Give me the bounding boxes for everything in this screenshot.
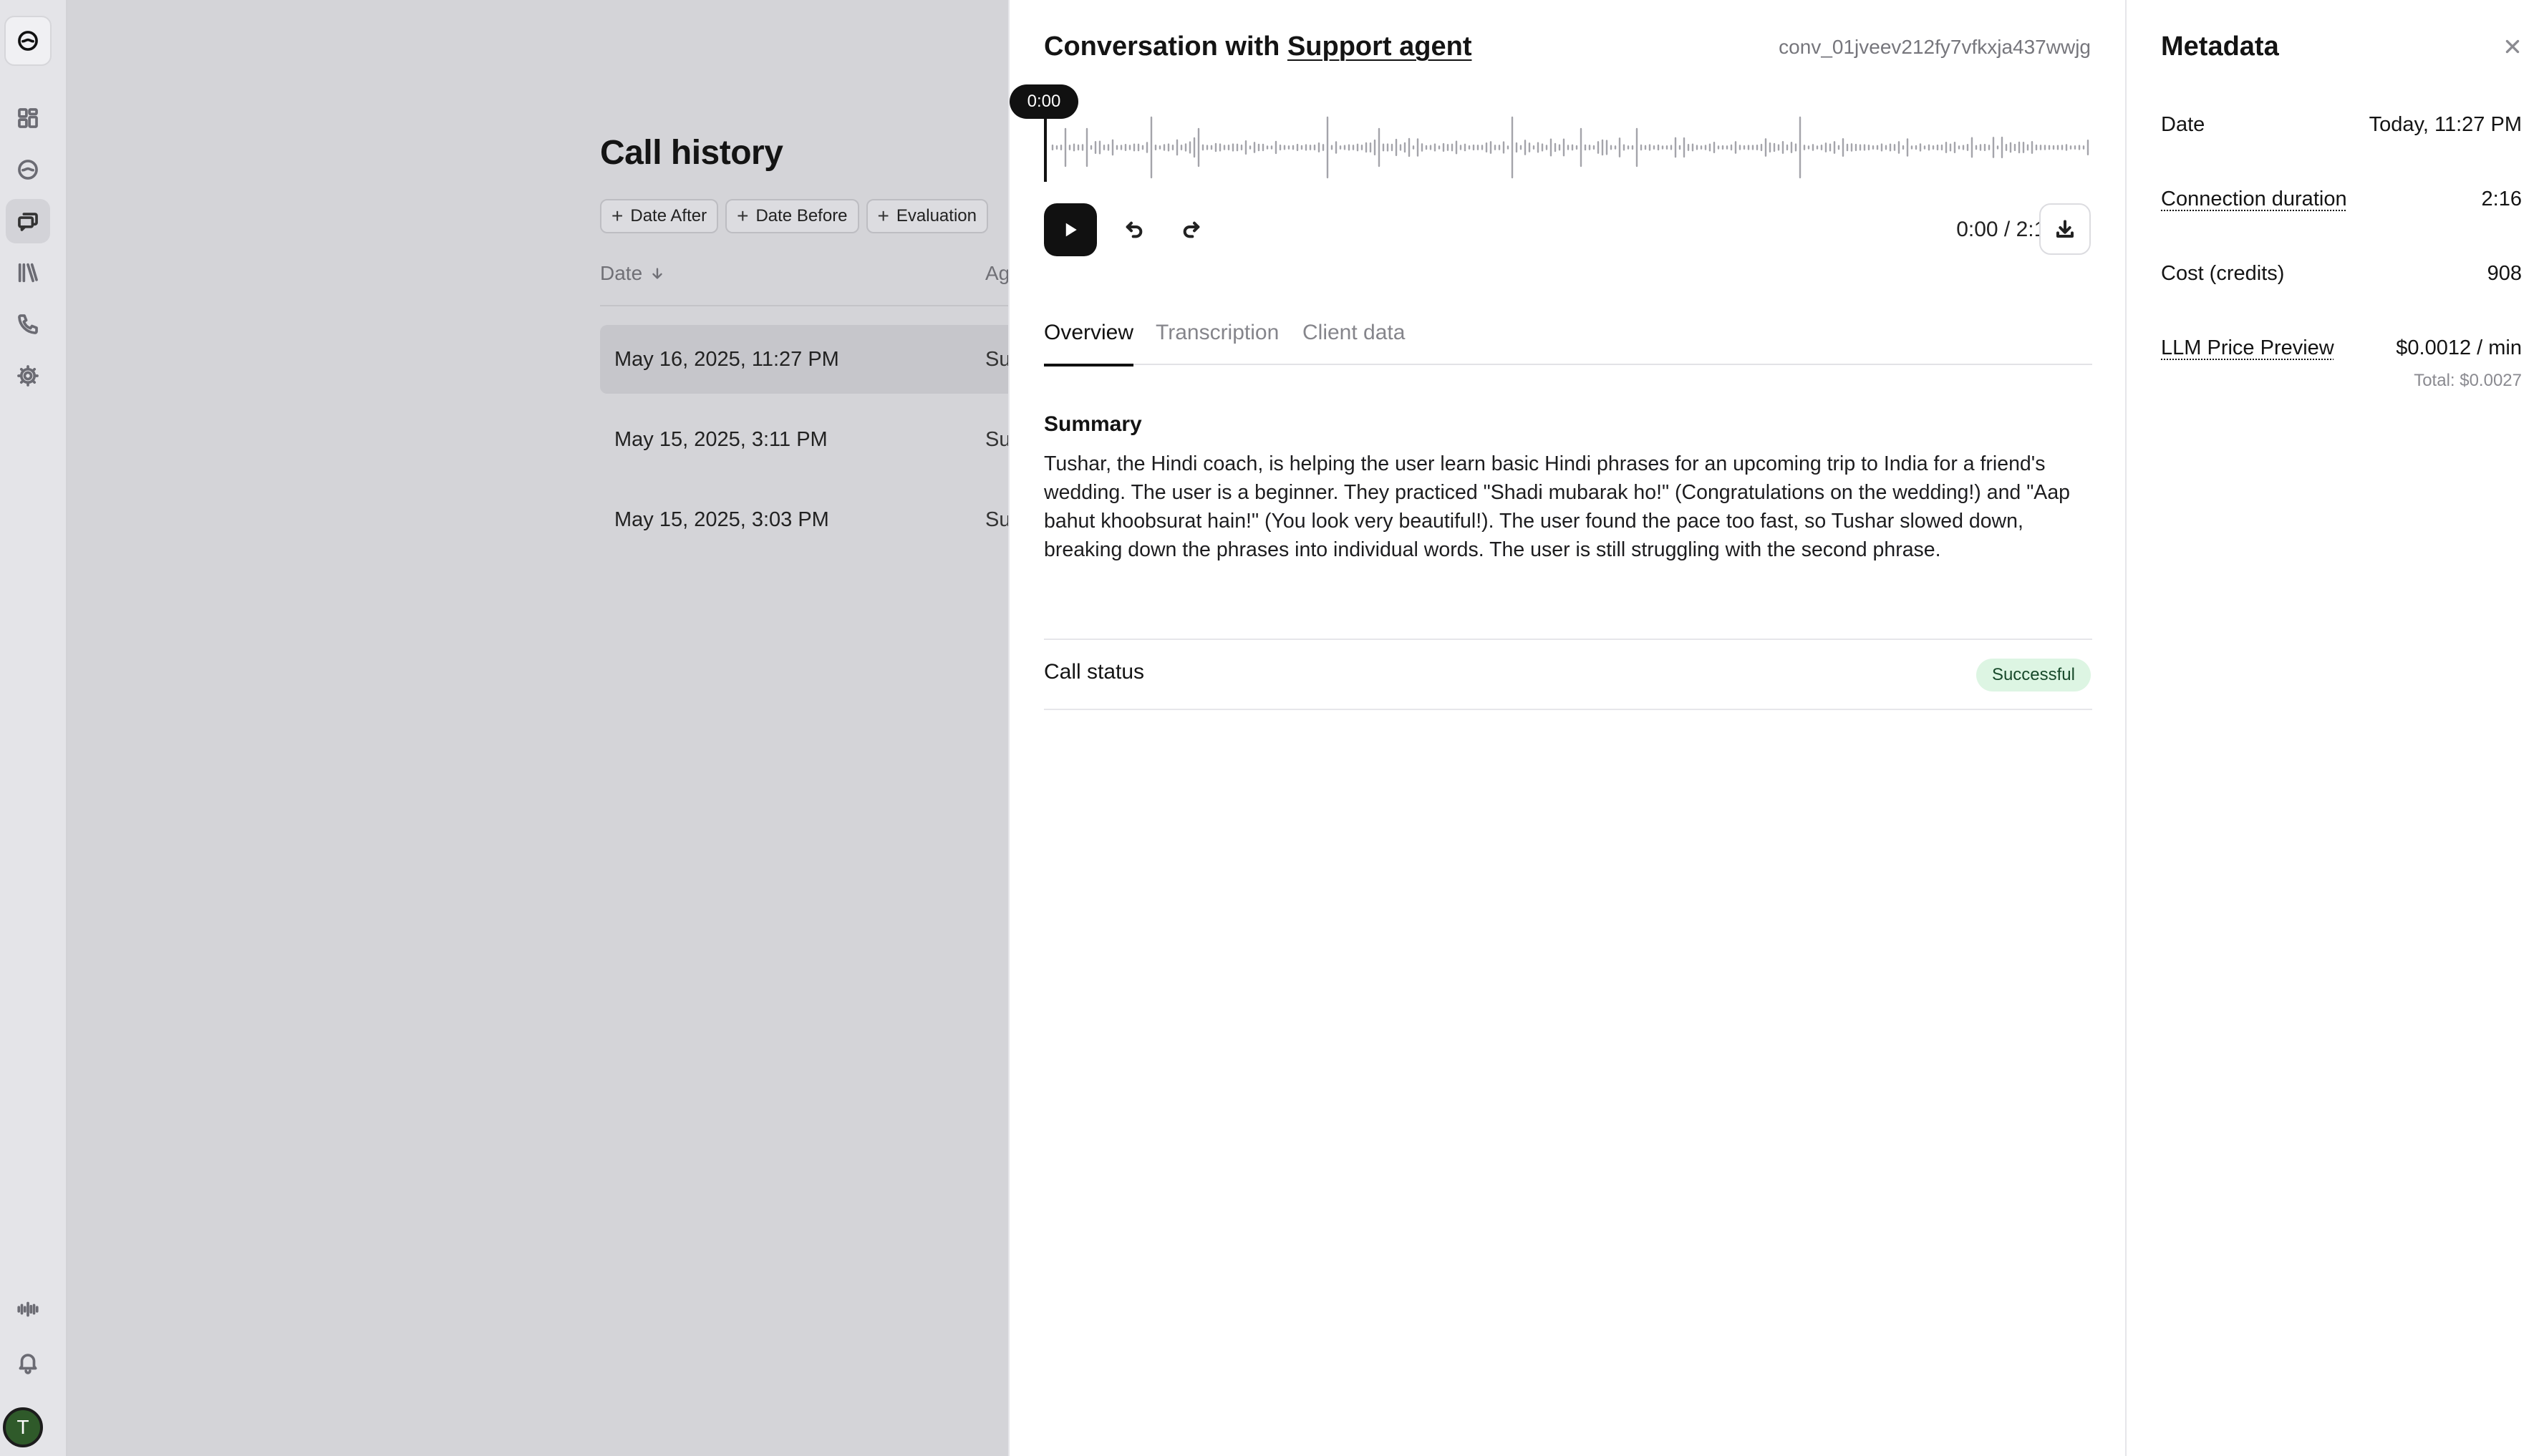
metadata-row-date: Date Today, 11:27 PM xyxy=(2161,113,2522,136)
audio-waveform[interactable] xyxy=(1044,113,2092,182)
forward-icon xyxy=(1183,221,1200,238)
rail-item-dashboard[interactable] xyxy=(6,96,50,140)
divider xyxy=(1044,709,2092,710)
metadata-row-cost: Cost (credits) 908 xyxy=(2161,262,2522,285)
conversation-title: Conversation with Support agent xyxy=(1044,31,1472,62)
play-icon xyxy=(1065,223,1077,237)
plus-icon: + xyxy=(737,205,749,227)
table-row[interactable]: May 15, 2025, 3:11 PM Su xyxy=(600,405,1008,474)
call-history-page: Call history + Date After + Date Before + E… xyxy=(67,0,1008,1456)
close-icon xyxy=(2505,39,2520,54)
play-button[interactable] xyxy=(1044,203,1097,256)
plus-icon: + xyxy=(877,205,889,227)
left-rail: T xyxy=(0,0,67,1456)
dashboard-icon xyxy=(18,108,38,128)
summary-text: Tushar, the Hindi coach, is helping the … xyxy=(1044,452,2071,561)
rail-item-phone[interactable] xyxy=(6,302,50,346)
filter-bar: + Date After + Date Before + Evaluation xyxy=(600,199,988,233)
playhead-time-badge: 0:00 xyxy=(1010,84,1078,119)
tab-overview[interactable]: Overview xyxy=(1044,321,1134,367)
tab-client-data[interactable]: Client data xyxy=(1302,321,1405,365)
page-title: Call history xyxy=(600,134,783,172)
agents-icon xyxy=(18,160,38,180)
filter-date-before[interactable]: + Date Before xyxy=(725,199,859,233)
rail-item-voice[interactable] xyxy=(6,1287,50,1331)
library-icon xyxy=(18,263,38,283)
rail-item-notifications[interactable] xyxy=(6,1340,50,1384)
summary-heading: Summary xyxy=(1044,412,1142,436)
close-button[interactable] xyxy=(2500,34,2525,59)
forward-button[interactable] xyxy=(1177,215,1206,244)
metadata-panel: Metadata Date Today, 11:27 PM Connection… xyxy=(2125,0,2539,1456)
filter-evaluation[interactable]: + Evaluation xyxy=(866,199,988,233)
llm-price-tooltip-trigger[interactable]: LLM Price Preview xyxy=(2161,336,2334,360)
bell-icon xyxy=(19,1354,37,1374)
rewind-button[interactable] xyxy=(1120,215,1148,244)
call-status-label: Call status xyxy=(1044,660,1145,684)
column-header-agent[interactable]: Ag xyxy=(985,262,1008,285)
conversations-icon xyxy=(18,213,38,231)
divider xyxy=(1044,639,2092,640)
table-row[interactable]: May 15, 2025, 3:03 PM Su xyxy=(600,485,1008,554)
rail-item-conversations[interactable] xyxy=(6,199,50,243)
rail-item-settings[interactable] xyxy=(6,354,50,398)
logo-icon xyxy=(18,31,38,51)
download-icon xyxy=(2056,220,2074,238)
user-avatar[interactable]: T xyxy=(3,1407,43,1447)
table-divider xyxy=(600,305,1008,306)
table-row[interactable]: May 16, 2025, 11:27 PM Su xyxy=(600,325,1008,394)
rail-item-agents[interactable] xyxy=(6,147,50,192)
metadata-title: Metadata xyxy=(2161,31,2279,62)
logo-button[interactable] xyxy=(4,16,52,66)
filter-date-after[interactable]: + Date After xyxy=(600,199,719,233)
llm-price-total: Total: $0.0027 xyxy=(2414,371,2522,390)
download-button[interactable] xyxy=(2039,203,2091,255)
status-badge: Successful xyxy=(1975,659,2091,691)
agent-link[interactable]: Support agent xyxy=(1287,31,1472,62)
sort-down-icon xyxy=(652,268,662,279)
rail-item-library[interactable] xyxy=(6,251,50,295)
avatar-initial: T xyxy=(16,1416,29,1438)
tab-transcription[interactable]: Transcription xyxy=(1156,321,1279,365)
column-header-date[interactable]: Date xyxy=(600,262,665,285)
waveform-icon xyxy=(17,1301,39,1317)
connection-duration-tooltip-trigger[interactable]: Connection duration xyxy=(2161,188,2347,211)
conversation-panel: Conversation with Support agent conv_01j… xyxy=(1008,0,2125,1456)
rewind-icon xyxy=(1126,221,1143,238)
conversation-tabs: Overview Transcription Client data xyxy=(1044,321,2092,367)
metadata-row-connection-duration: Connection duration 2:16 xyxy=(2161,188,2522,211)
phone-icon xyxy=(18,314,38,334)
metadata-row-llm-price: LLM Price Preview $0.0012 / min Total: $… xyxy=(2161,336,2522,390)
settings-icon xyxy=(17,365,39,387)
conversation-id: conv_01jveev212fy7vfkxja437wwjg xyxy=(1779,36,2091,58)
plus-icon: + xyxy=(611,205,624,227)
